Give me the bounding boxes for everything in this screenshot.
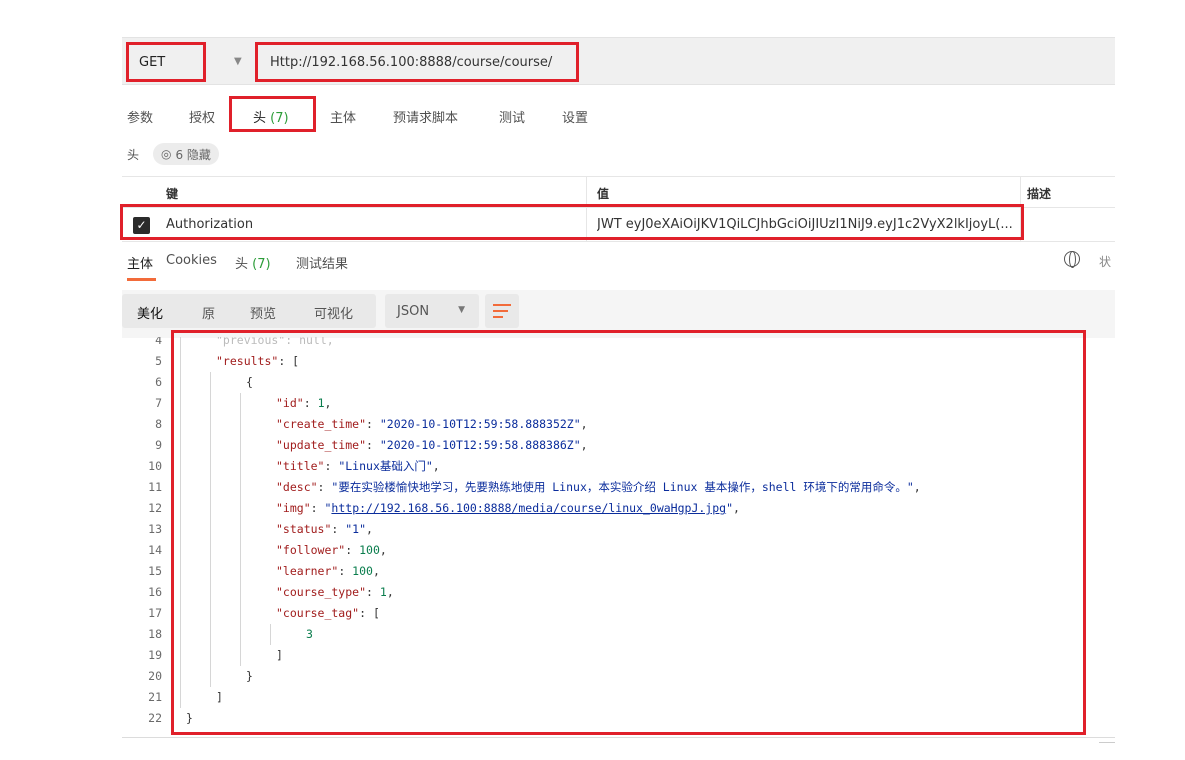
method-select[interactable]: GET (126, 42, 206, 82)
tab-body[interactable]: 主体 (330, 107, 356, 126)
line-number: 4 (155, 337, 162, 347)
preview-button[interactable]: 预览 (250, 303, 276, 322)
tab-prerequest-script[interactable]: 预请求脚本 (393, 107, 458, 126)
chevron-down-icon[interactable]: ▼ (234, 56, 242, 67)
globe-icon[interactable] (1064, 251, 1080, 268)
hidden-headers-toggle[interactable]: ◎ 6 隐藏 (153, 143, 219, 165)
hidden-headers-count: 6 隐藏 (175, 147, 211, 162)
language-select[interactable]: JSON ▼ (385, 294, 479, 328)
tab-response-headers[interactable]: 头 (7) (235, 253, 271, 272)
url-text: Http://192.168.56.100:8888/course/course… (270, 54, 553, 70)
line-number: 11 (148, 480, 162, 494)
line-number: 7 (155, 396, 162, 410)
tab-auth[interactable]: 授权 (189, 107, 215, 126)
word-wrap-icon[interactable] (485, 294, 519, 328)
line-number: 22 (148, 711, 162, 725)
method-label: GET (139, 54, 166, 70)
line-number: 13 (148, 522, 162, 536)
highlight-box-headers-tab (229, 96, 316, 132)
url-input[interactable]: Http://192.168.56.100:8888/course/course… (255, 42, 579, 82)
tab-params[interactable]: 参数 (127, 107, 153, 126)
line-number: 20 (148, 669, 162, 683)
visualize-button[interactable]: 可视化 (314, 303, 353, 322)
line-number: 21 (148, 690, 162, 704)
tab-settings[interactable]: 设置 (562, 107, 588, 126)
column-divider (1020, 177, 1021, 207)
tab-test-results[interactable]: 测试结果 (296, 253, 348, 272)
tab-tests[interactable]: 测试 (499, 107, 525, 126)
column-description: 描述 (1027, 187, 1052, 201)
scrollbar[interactable] (1099, 742, 1115, 743)
line-number: 5 (155, 354, 162, 368)
line-number: 17 (148, 606, 162, 620)
code-bottom-divider (122, 737, 1115, 738)
active-tab-indicator (127, 278, 156, 281)
line-number: 18 (148, 627, 162, 641)
line-number: 19 (148, 648, 162, 662)
line-number: 9 (155, 438, 162, 452)
line-number: 8 (155, 417, 162, 431)
headers-label: 头 (127, 148, 140, 162)
chevron-down-icon: ▼ (458, 305, 465, 315)
pretty-button[interactable]: 美化 (137, 303, 163, 322)
line-number: 12 (148, 501, 162, 515)
line-number: 10 (148, 459, 162, 473)
highlight-box-auth-row (120, 204, 1024, 240)
language-label: JSON (397, 303, 430, 319)
line-number: 16 (148, 585, 162, 599)
line-number: 6 (155, 375, 162, 389)
eye-icon: ◎ (161, 147, 172, 161)
tab-cookies[interactable]: Cookies (166, 253, 217, 268)
tab-response-headers-label: 头 (235, 257, 249, 272)
status-label: 状 (1099, 255, 1112, 269)
column-value: 值 (597, 187, 610, 201)
line-number: 15 (148, 564, 162, 578)
column-divider (586, 177, 587, 207)
request-bar: GET ▼ Http://192.168.56.100:8888/course/… (122, 37, 1115, 85)
highlight-box-response (171, 330, 1086, 735)
column-key: 键 (166, 187, 179, 201)
format-group: 美化 原 预览 可视化 (122, 294, 376, 328)
tab-response-headers-count: (7) (252, 257, 271, 272)
tab-response-body[interactable]: 主体 (127, 253, 153, 272)
line-number: 14 (148, 543, 162, 557)
raw-button[interactable]: 原 (202, 303, 215, 322)
